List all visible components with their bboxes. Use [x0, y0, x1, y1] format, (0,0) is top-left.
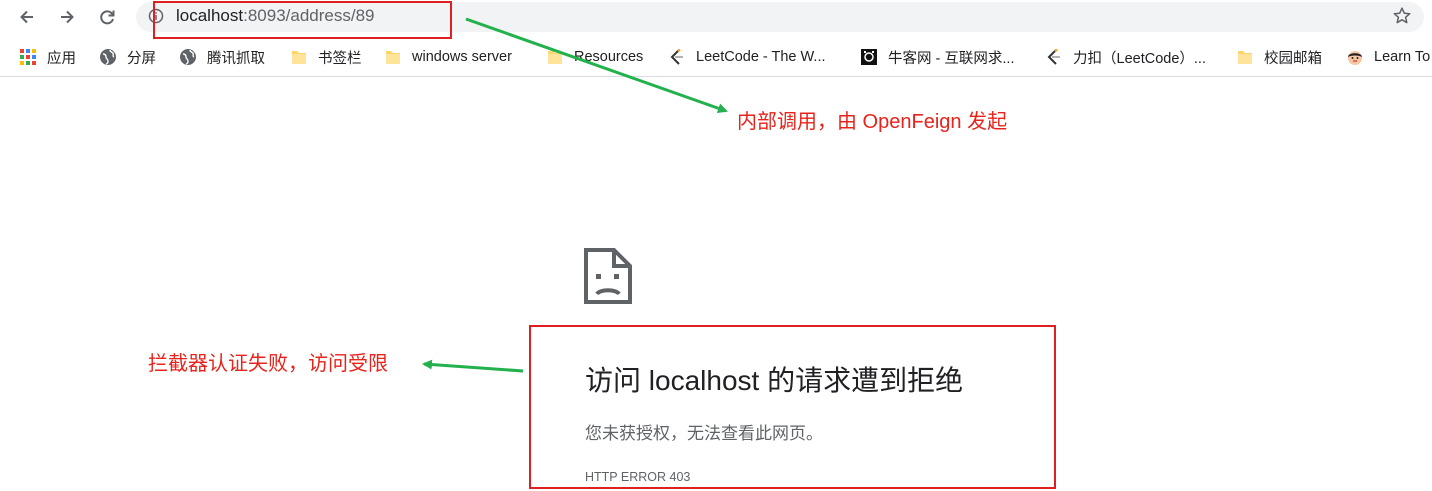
bookmark-label: 应用 — [47, 50, 76, 67]
folder-icon — [384, 48, 402, 66]
apps-grid-icon — [19, 48, 37, 66]
bookmark-label: 牛客网 - 互联网求... — [888, 50, 1015, 67]
bookmark-label: windows server — [412, 49, 512, 65]
bookmark-label: 书签栏 — [318, 50, 362, 67]
bookmark-split-screen[interactable]: 分屏 — [99, 46, 156, 68]
folder-icon — [290, 48, 308, 66]
leetcode-icon — [1045, 48, 1063, 66]
annotation-openfeign-note: 内部调用，由 OpenFeign 发起 — [737, 111, 1008, 133]
arrow-left-icon — [20, 10, 33, 24]
folder-icon — [1236, 48, 1254, 66]
bookmark-label: 分屏 — [127, 50, 156, 67]
annotation-interceptor-note: 拦截器认证失败，访问受限 — [148, 353, 388, 375]
back-button[interactable] — [13, 5, 41, 29]
bookmark-label: Learn To — [1374, 49, 1431, 65]
reload-button[interactable] — [93, 5, 121, 29]
forward-button[interactable] — [53, 5, 81, 29]
reload-icon — [100, 10, 115, 25]
nowcoder-icon — [860, 48, 878, 66]
bookmark-learn-to[interactable]: Learn To — [1346, 46, 1430, 68]
bookmark-apps[interactable]: 应用 — [19, 46, 76, 68]
bookmark-label: 校园邮箱 — [1264, 50, 1322, 67]
arrow-to-left-note — [422, 359, 524, 373]
bookmark-label: Resources — [574, 49, 644, 65]
bookmark-folder-resources[interactable]: Resources — [546, 46, 643, 68]
bookmark-nowcoder[interactable]: 牛客网 - 互联网求... — [860, 46, 1014, 68]
sad-page-icon — [584, 248, 632, 304]
globe-icon — [179, 48, 197, 66]
bookmark-leetcode-cn[interactable]: 力扣（LeetCode）... — [1045, 46, 1206, 68]
bookmarks-bar: 应用 分屏 腾讯抓取 书签栏 windows server Resources — [0, 40, 1432, 77]
folder-icon — [546, 48, 564, 66]
bookmark-folder-windows-server[interactable]: windows server — [384, 46, 512, 68]
globe-icon — [99, 48, 117, 66]
bookmark-label: LeetCode - The W... — [696, 49, 826, 65]
bookmark-label: 腾讯抓取 — [207, 50, 265, 67]
leetcode-icon — [668, 48, 686, 66]
url-highlight-box — [153, 1, 452, 39]
bookmark-folder-campus-mail[interactable]: 校园邮箱 — [1236, 46, 1322, 68]
bookmark-leetcode[interactable]: LeetCode - The W... — [668, 46, 826, 68]
bookmark-folder-bookmarks-bar[interactable]: 书签栏 — [290, 46, 362, 68]
error-highlight-box — [529, 325, 1056, 489]
bookmark-tencent-crawl[interactable]: 腾讯抓取 — [179, 46, 265, 68]
avatar-icon — [1346, 48, 1364, 66]
star-icon — [1393, 7, 1411, 24]
bookmark-star-button[interactable] — [1392, 6, 1412, 26]
bookmark-label: 力扣（LeetCode）... — [1073, 50, 1206, 67]
arrow-right-icon — [61, 10, 74, 24]
